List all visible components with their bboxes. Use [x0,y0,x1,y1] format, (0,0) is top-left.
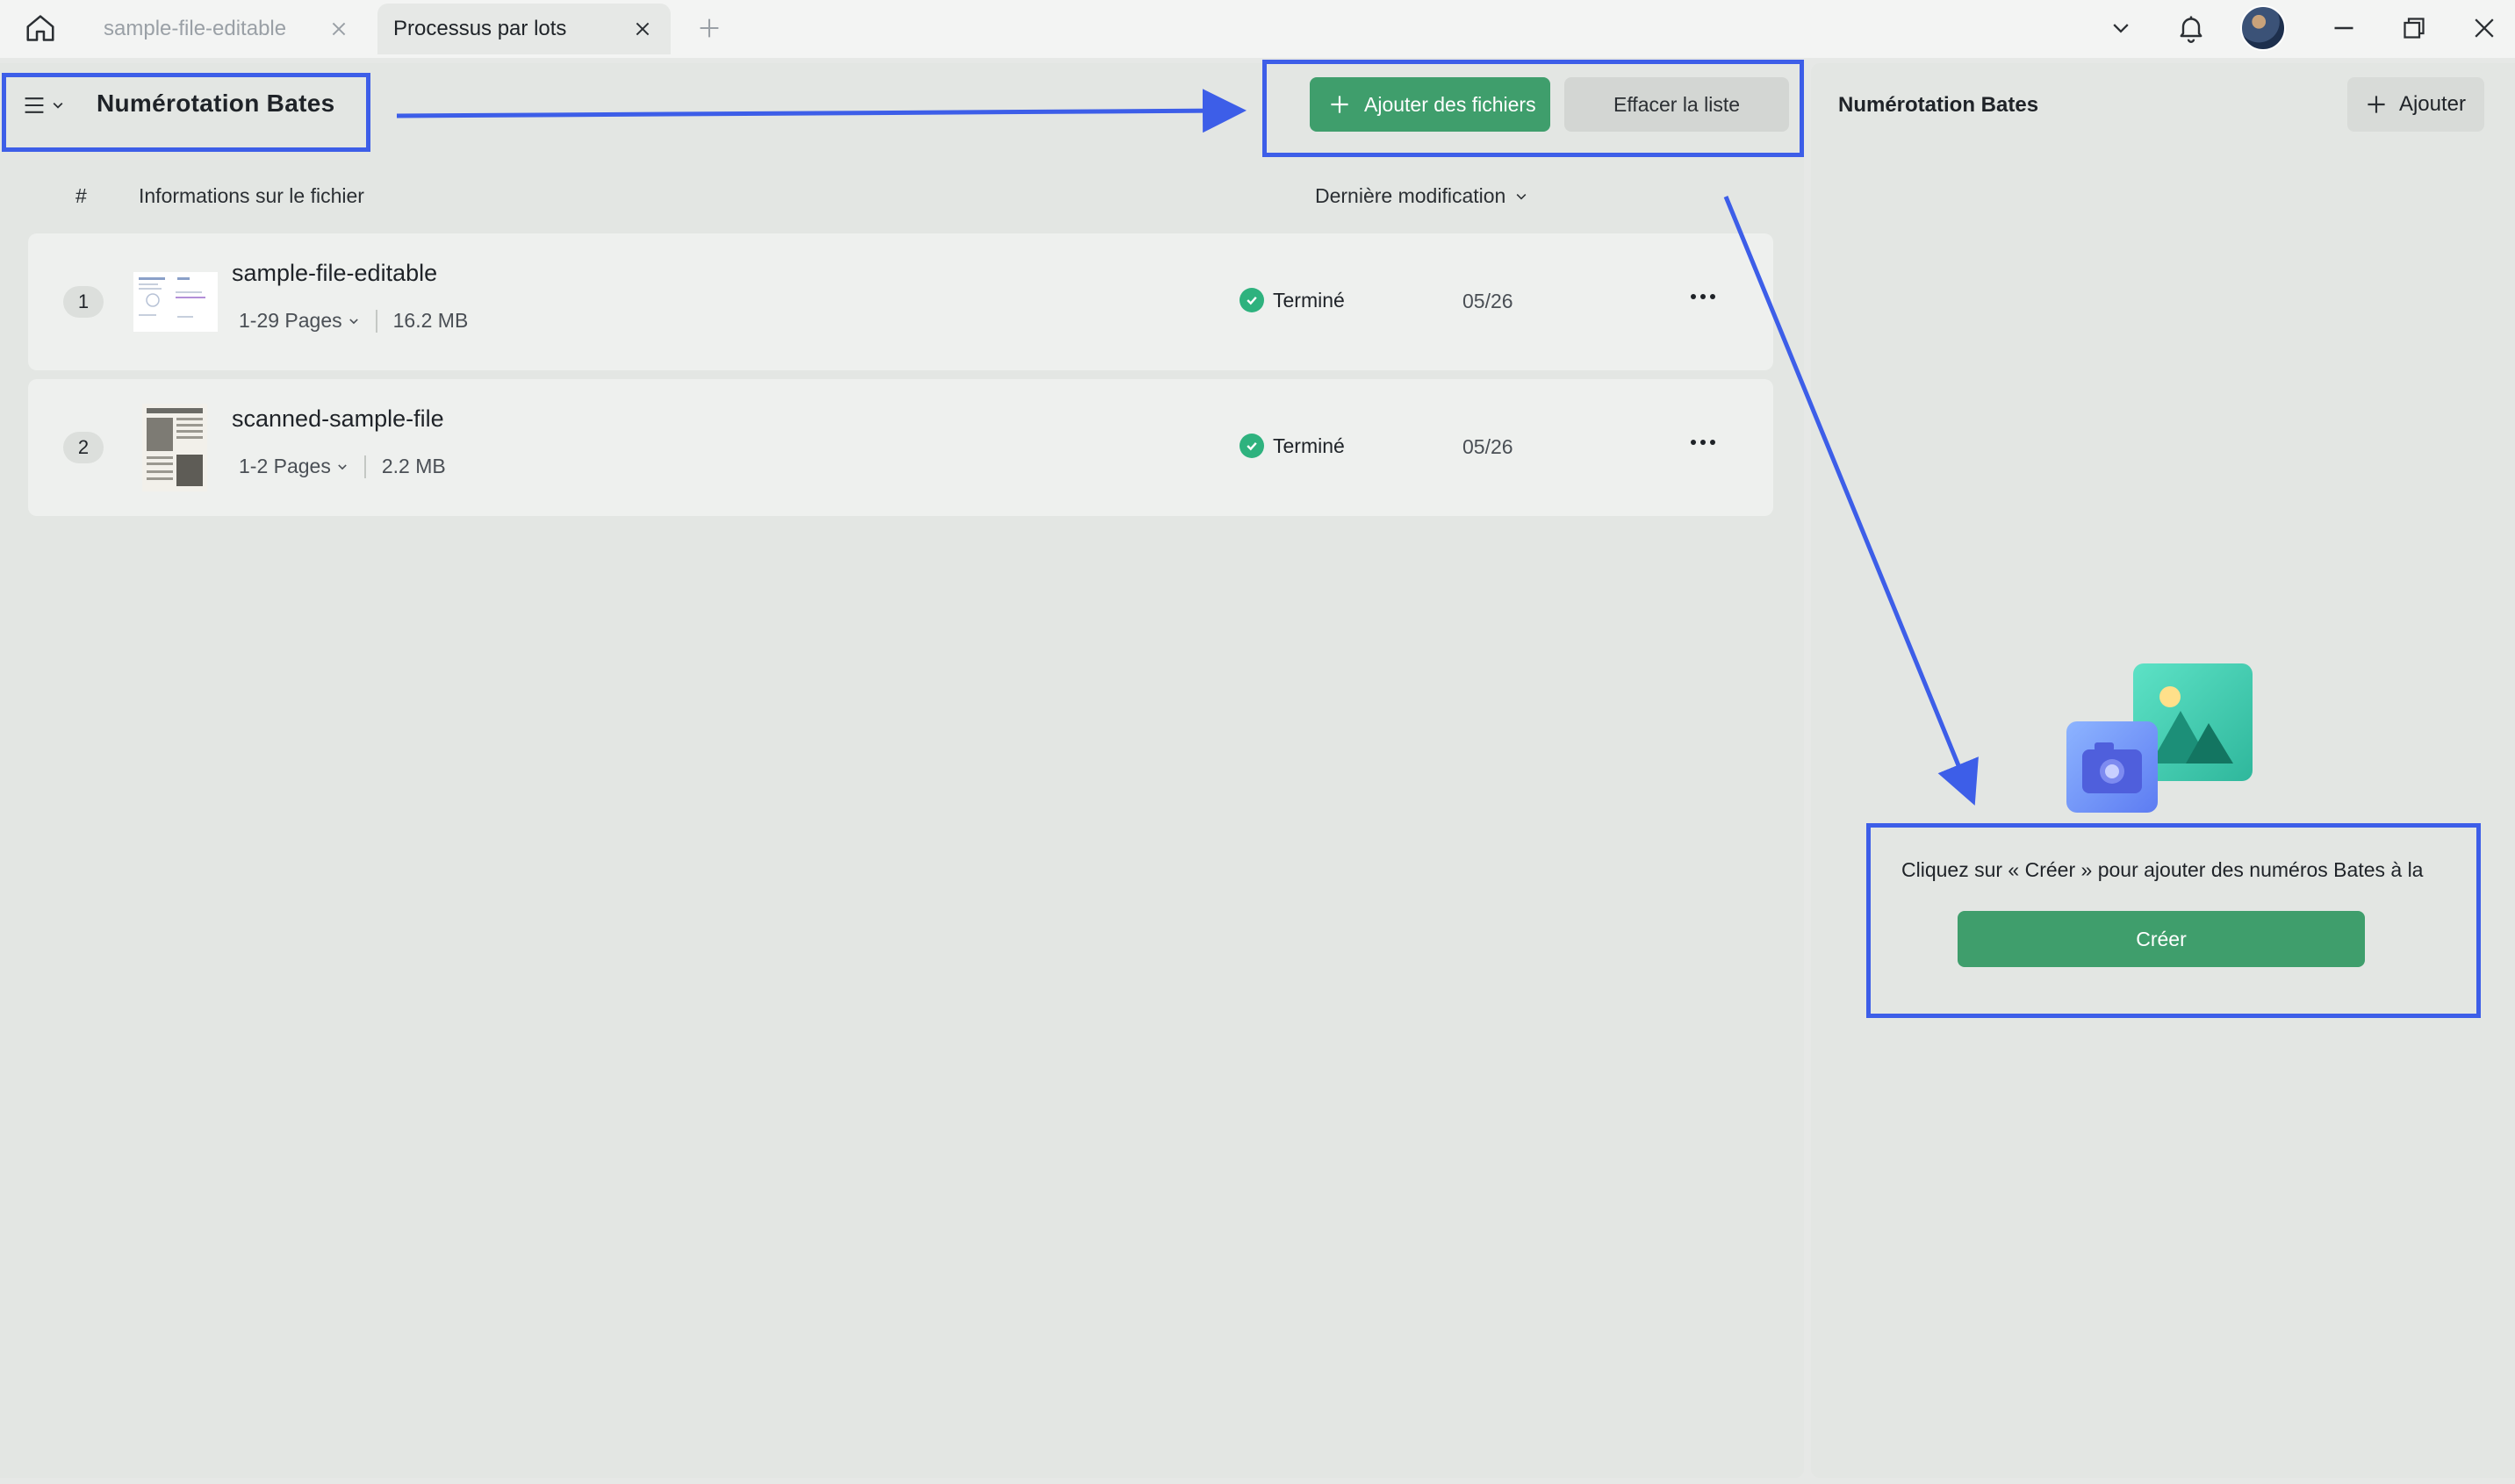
column-header-index: # [75,184,87,207]
more-icon [1691,294,1696,299]
tab-close-button[interactable] [623,10,662,48]
page-range-label: 1-29 Pages [239,309,342,332]
table-row[interactable]: 2 scanned-sample-file 1-2 Pages 2.2 MB T… [28,379,1773,516]
add-template-label: Ajouter [2398,92,2467,116]
chevron-down-icon [1516,193,1527,200]
check-icon [1240,288,1264,312]
bell-icon [2180,16,2202,43]
new-tab-button[interactable] [690,9,729,47]
page-range-label: 1-2 Pages [239,455,331,477]
page-range-select[interactable]: 1-29 Pages [239,309,360,333]
status-label: Terminé [1273,288,1345,312]
more-icon [1700,294,1706,299]
column-header-date-label: Dernière modification [1315,184,1506,207]
table-row[interactable]: 1 sample-file-editable 1-29 Pages 16.2 M… [28,233,1773,370]
close-icon [332,22,346,36]
minimize-icon [2334,26,2353,30]
divider [375,309,377,333]
more-icon [1691,440,1696,445]
row-index: 1 [63,286,104,318]
annotation-highlight-actions [1262,60,1804,157]
plus-icon [2368,96,2385,113]
tab-sample-file-editable[interactable]: sample-file-editable [88,4,367,54]
annotation-highlight-create [1866,823,2481,1018]
file-size: 2.2 MB [381,455,446,477]
minimize-button[interactable] [2323,7,2365,49]
tabs-dropdown-button[interactable] [2100,7,2142,49]
annotation-highlight-title [2,73,370,152]
chevron-down-icon [349,318,358,324]
modified-date: 05/26 [1462,435,1513,458]
tab-close-button[interactable] [320,10,358,48]
file-thumbnail [133,272,218,332]
title-bar: sample-file-editable Processus par lots [0,0,2515,58]
file-size: 16.2 MB [392,309,469,332]
add-template-button[interactable]: Ajouter [2347,77,2484,132]
more-icon [1710,440,1715,445]
more-options-button[interactable] [1677,276,1729,318]
more-icon [1700,440,1706,445]
close-icon [636,22,650,36]
page-range-select[interactable]: 1-2 Pages [239,455,349,478]
more-icon [1710,294,1715,299]
close-icon [2475,18,2494,38]
status-badge: Terminé [1240,288,1345,312]
restore-icon [2404,18,2425,39]
modified-date: 05/26 [1462,290,1513,312]
home-button[interactable] [19,7,61,49]
file-thumbnail [142,404,207,491]
check-icon [1240,434,1264,458]
column-header-date[interactable]: Dernière modification [1315,184,1528,208]
restore-button[interactable] [2393,7,2435,49]
chevron-down-icon [2113,24,2129,33]
camera-icon [2066,721,2158,813]
status-badge: Terminé [1240,434,1345,458]
tab-label: Processus par lots [393,17,567,40]
side-panel-title: Numérotation Bates [1838,93,2039,117]
empty-state-illustration [2063,660,2256,818]
chevron-down-icon [338,463,347,470]
divider [363,455,366,478]
file-name: sample-file-editable [232,260,438,286]
row-index: 2 [63,432,104,463]
tab-label: sample-file-editable [104,17,287,40]
avatar[interactable] [2240,5,2286,51]
app-window: sample-file-editable Processus par lots [0,0,2515,1484]
more-options-button[interactable] [1677,421,1729,463]
status-label: Terminé [1273,434,1345,457]
plus-icon [700,18,719,38]
tab-batch-process[interactable]: Processus par lots [377,4,671,54]
close-window-button[interactable] [2463,7,2505,49]
column-header-info: Informations sur le fichier [139,184,364,207]
home-icon [26,15,54,41]
notifications-button[interactable] [2170,7,2212,49]
file-meta: 1-2 Pages 2.2 MB [239,455,446,478]
file-meta: 1-29 Pages 16.2 MB [239,309,468,333]
file-name: scanned-sample-file [232,405,444,432]
